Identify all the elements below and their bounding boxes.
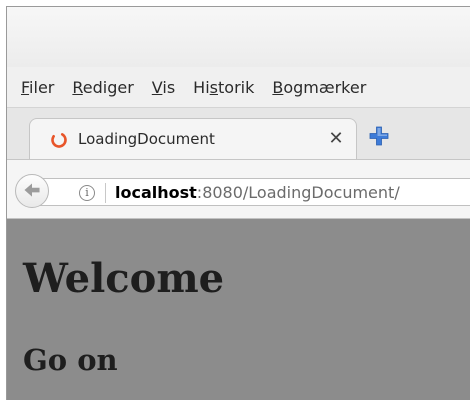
url-text: localhost:8080/LoadingDocument/	[115, 183, 400, 202]
menu-item-history-accelerator: s	[209, 77, 218, 97]
menu-item-file[interactable]: Filer	[21, 78, 54, 97]
menu-bar: Filer Rediger Vis Historik Bogmærker	[7, 67, 470, 107]
tab-loading-document[interactable]: LoadingDocument ✕	[29, 118, 357, 160]
browser-window: Filer Rediger Vis Historik Bogmærker Loa…	[6, 6, 470, 400]
menu-item-history-label: torik	[218, 77, 255, 97]
url-separator	[105, 183, 106, 203]
menu-item-view-accelerator: V	[151, 77, 163, 97]
navigation-bar: i localhost:8080/LoadingDocument/	[7, 159, 470, 219]
url-host: localhost	[115, 183, 197, 202]
page-subheading: Go on	[23, 343, 118, 377]
tab-title: LoadingDocument	[78, 130, 215, 148]
menu-item-file-accelerator: F	[21, 77, 30, 97]
menu-item-bookmarks-label: ogmærker	[283, 77, 367, 97]
page-heading: Welcome	[23, 255, 225, 302]
menu-item-view-label: is	[162, 77, 176, 97]
menu-item-bookmarks-accelerator: B	[272, 77, 284, 97]
back-arrow-icon	[24, 183, 40, 197]
url-bar[interactable]: i localhost:8080/LoadingDocument/	[33, 178, 470, 206]
menu-item-view[interactable]: Vis	[152, 78, 175, 97]
menu-item-history-prefix: Hi	[193, 77, 210, 97]
menu-item-file-label: iler	[29, 77, 55, 97]
menu-item-edit-label: ediger	[82, 77, 134, 97]
menu-item-edit[interactable]: Rediger	[72, 78, 133, 97]
back-button[interactable]	[15, 174, 49, 208]
menu-item-edit-accelerator: R	[72, 77, 83, 97]
page-content: Welcome Go on	[7, 219, 470, 400]
url-path: :8080/LoadingDocument/	[196, 183, 400, 202]
loading-throbber-icon	[51, 132, 67, 148]
menu-item-bookmarks[interactable]: Bogmærker	[272, 78, 366, 97]
menu-item-history[interactable]: Historik	[193, 78, 254, 97]
tab-close-icon[interactable]: ✕	[325, 127, 347, 151]
title-bar[interactable]	[7, 7, 470, 67]
new-tab-plus-icon[interactable]	[367, 124, 391, 148]
tab-strip: LoadingDocument ✕	[7, 107, 470, 160]
info-icon[interactable]: i	[79, 185, 95, 201]
